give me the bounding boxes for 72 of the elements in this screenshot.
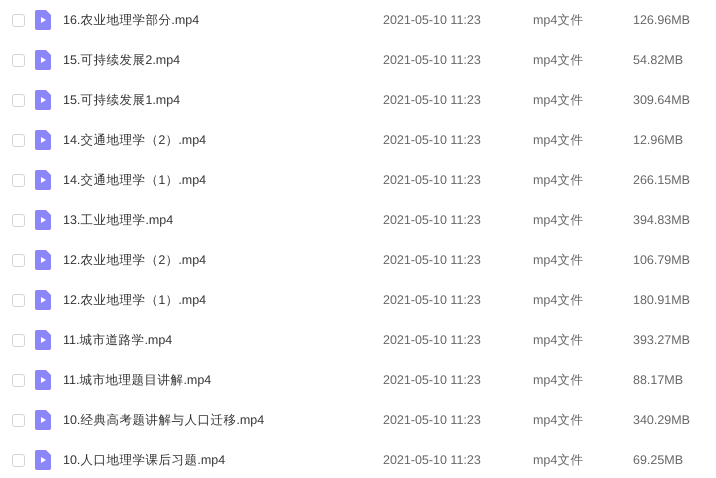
modified-date: 2021-05-10 11:23 (383, 412, 482, 429)
video-file-icon (35, 250, 51, 270)
modified-date: 2021-05-10 11:23 (383, 332, 482, 349)
modified-date: 2021-05-10 11:23 (383, 92, 482, 109)
video-file-icon (35, 330, 51, 350)
checkbox[interactable] (12, 94, 24, 106)
file-name[interactable]: 14.交通地理学（1）.mp4 (63, 170, 383, 190)
video-file-icon (35, 90, 51, 110)
file-name[interactable]: 11.城市道路学.mp4 (63, 330, 383, 350)
file-size: 309.64MB (633, 92, 690, 109)
file-name[interactable]: 14.交通地理学（2）.mp4 (63, 130, 383, 150)
modified-date: 2021-05-10 11:23 (383, 52, 482, 69)
file-size: 126.96MB (633, 12, 690, 29)
file-name[interactable]: 13.工业地理学.mp4 (63, 210, 383, 230)
file-name[interactable]: 11.城市地理题目讲解.mp4 (63, 370, 383, 390)
file-size: 394.83MB (633, 212, 690, 229)
file-type: mp4文件 (533, 212, 584, 229)
file-type: mp4文件 (533, 12, 584, 29)
file-type: mp4文件 (533, 52, 584, 69)
file-type: mp4文件 (533, 292, 584, 309)
modified-date: 2021-05-10 11:23 (383, 452, 482, 469)
video-file-icon (35, 410, 51, 430)
file-size: 393.27MB (633, 332, 690, 349)
file-type: mp4文件 (533, 252, 584, 269)
file-name[interactable]: 15.可持续发展2.mp4 (63, 50, 383, 70)
checkbox[interactable] (12, 374, 24, 386)
modified-date: 2021-05-10 11:23 (383, 132, 482, 149)
video-file-icon (35, 10, 51, 30)
file-size: 54.82MB (633, 52, 684, 69)
file-size: 266.15MB (633, 172, 690, 189)
checkbox[interactable] (12, 334, 24, 346)
file-size: 69.25MB (633, 452, 684, 469)
checkbox[interactable] (12, 294, 24, 306)
modified-date: 2021-05-10 11:23 (383, 212, 482, 229)
file-type: mp4文件 (533, 172, 584, 189)
file-name[interactable]: 16.农业地理学部分.mp4 (63, 10, 383, 30)
file-size: 180.91MB (633, 292, 690, 309)
video-file-icon (35, 170, 51, 190)
file-name[interactable]: 10.人口地理学课后习题.mp4 (63, 450, 383, 470)
file-size: 340.29MB (633, 412, 690, 429)
file-size: 12.96MB (633, 132, 684, 149)
file-name[interactable]: 12.农业地理学（1）.mp4 (63, 290, 383, 310)
checkbox[interactable] (12, 254, 24, 266)
modified-date: 2021-05-10 11:23 (383, 252, 482, 269)
file-size: 88.17MB (633, 372, 684, 389)
checkbox[interactable] (12, 14, 24, 26)
checkbox[interactable] (12, 454, 24, 466)
file-name[interactable]: 15.可持续发展1.mp4 (63, 90, 383, 110)
file-name[interactable]: 10.经典高考题讲解与人口迁移.mp4 (63, 410, 383, 430)
video-file-icon (35, 370, 51, 390)
checkbox[interactable] (12, 54, 24, 66)
checkbox[interactable] (12, 174, 24, 186)
video-file-icon (35, 450, 51, 470)
file-type: mp4文件 (533, 372, 584, 389)
file-type: mp4文件 (533, 452, 584, 469)
modified-date: 2021-05-10 11:23 (383, 12, 482, 29)
video-file-icon (35, 210, 51, 230)
video-file-icon (35, 130, 51, 150)
file-size: 106.79MB (633, 252, 690, 269)
file-name[interactable]: 12.农业地理学（2）.mp4 (63, 250, 383, 270)
modified-date: 2021-05-10 11:23 (383, 172, 482, 189)
checkbox[interactable] (12, 134, 24, 146)
video-file-icon (35, 290, 51, 310)
modified-date: 2021-05-10 11:23 (383, 372, 482, 389)
file-type: mp4文件 (533, 332, 584, 349)
file-type: mp4文件 (533, 92, 584, 109)
file-type: mp4文件 (533, 132, 584, 149)
checkbox[interactable] (12, 214, 24, 226)
file-type: mp4文件 (533, 412, 584, 429)
checkbox[interactable] (12, 414, 24, 426)
video-file-icon (35, 50, 51, 70)
modified-date: 2021-05-10 11:23 (383, 292, 482, 309)
